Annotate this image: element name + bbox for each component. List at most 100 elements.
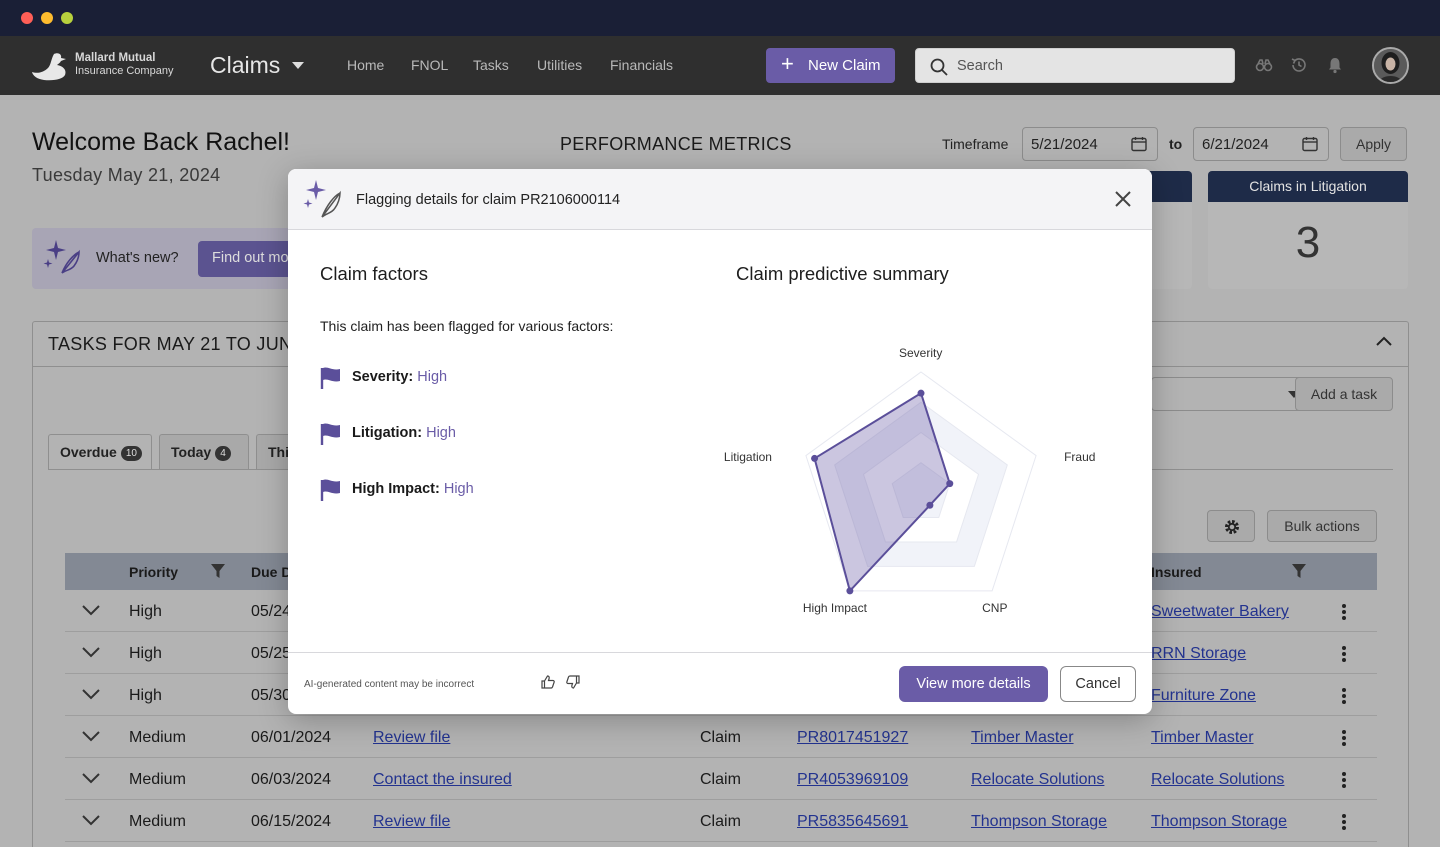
view-more-details-button[interactable]: View more details	[899, 666, 1048, 702]
thumbs-down-icon[interactable]	[566, 675, 580, 689]
chevron-down-icon[interactable]	[82, 647, 100, 658]
more-options-icon[interactable]	[1341, 729, 1347, 747]
date-to-field[interactable]: 6/21/2024	[1193, 127, 1329, 161]
nav-link-fnol[interactable]: FNOL	[411, 57, 448, 73]
radar-point-fraud	[946, 480, 954, 488]
more-options-icon[interactable]	[1341, 687, 1347, 705]
cell-account[interactable]: Relocate Solutions	[971, 771, 1104, 789]
close-window-button[interactable]	[21, 12, 33, 24]
binoculars-icon[interactable]	[1255, 56, 1273, 74]
more-options-icon[interactable]	[1341, 771, 1347, 789]
chevron-down-icon[interactable]	[82, 605, 100, 616]
date-from-field[interactable]: 5/21/2024	[1022, 127, 1158, 161]
metric-card-value: 3	[1295, 218, 1321, 267]
performance-metrics-title: PERFORMANCE METRICS	[560, 134, 792, 154]
more-options-icon[interactable]	[1341, 645, 1347, 663]
tab-today[interactable]: Today 4	[159, 434, 249, 470]
cell-due: 06/03/2024	[251, 771, 332, 788]
company-name[interactable]: Mallard Mutual Insurance Company	[75, 52, 173, 78]
bell-icon[interactable]	[1326, 56, 1344, 74]
calendar-icon[interactable]	[1131, 136, 1147, 152]
cell-insured[interactable]: Furniture Zone	[1151, 687, 1256, 705]
more-options-icon[interactable]	[1341, 603, 1347, 621]
task-filter-select[interactable]	[1151, 377, 1311, 411]
cell-insured[interactable]: Sweetwater Bakery	[1151, 603, 1289, 621]
filter-icon[interactable]	[1292, 564, 1306, 578]
app-switcher-title[interactable]: Claims	[210, 52, 280, 79]
nav-link-utilities[interactable]: Utilities	[537, 57, 582, 73]
cell-task[interactable]: Review file	[373, 729, 450, 747]
top-navbar: Mallard Mutual Insurance Company Claims …	[0, 36, 1440, 95]
factor-label: High Impact: High	[352, 481, 474, 497]
close-icon[interactable]	[1114, 190, 1132, 208]
new-claim-label: New Claim	[808, 57, 881, 74]
flag-icon	[320, 423, 340, 445]
column-header-due-date[interactable]: Due D	[251, 564, 291, 580]
cell-insured[interactable]: Thompson Storage	[1151, 813, 1287, 831]
tab-count-badge: 4	[215, 446, 231, 461]
company-name-line1: Mallard Mutual	[75, 52, 156, 64]
cell-claim[interactable]: PR8017451927	[797, 729, 908, 747]
tab-label: Today	[171, 444, 212, 460]
filter-icon[interactable]	[211, 564, 225, 578]
tab-count-badge: 10	[120, 446, 142, 461]
cell-priority: Medium	[129, 729, 186, 746]
cell-insured[interactable]: RRN Storage	[1151, 645, 1246, 663]
cell-account[interactable]: Timber Master	[971, 729, 1074, 747]
cell-claim[interactable]: PR5835645691	[797, 813, 908, 831]
nav-link-financials[interactable]: Financials	[610, 57, 673, 73]
tab-overdue[interactable]: Overdue 10	[48, 434, 152, 470]
cell-insured[interactable]: Timber Master	[1151, 729, 1254, 747]
cell-insured[interactable]: Relocate Solutions	[1151, 771, 1284, 789]
dialog-footer: AI-generated content may be incorrect Vi…	[288, 652, 1152, 714]
plus-icon: +	[781, 51, 794, 76]
thumbs-up-icon[interactable]	[541, 675, 555, 689]
minimize-window-button[interactable]	[41, 12, 53, 24]
maximize-window-button[interactable]	[61, 12, 73, 24]
flag-icon	[320, 479, 340, 501]
history-icon[interactable]	[1290, 56, 1308, 74]
claims-in-litigation-card[interactable]: Claims in Litigation 3	[1208, 171, 1408, 289]
chevron-down-icon[interactable]	[82, 689, 100, 700]
table-settings-button[interactable]	[1207, 510, 1255, 542]
chevron-down-icon[interactable]	[292, 62, 304, 69]
whats-new-label: What's new?	[96, 250, 179, 266]
cell-priority: High	[129, 687, 162, 704]
calendar-icon[interactable]	[1302, 136, 1318, 152]
chevron-up-icon[interactable]	[1376, 336, 1392, 346]
table-row[interactable]: Medium 06/03/2024 Contact the insured Claim…	[65, 758, 1377, 800]
dialog-title: Flagging details for claim PR2106000114	[356, 192, 621, 208]
radar-chart	[805, 371, 1037, 595]
nav-link-tasks[interactable]: Tasks	[473, 57, 509, 73]
chevron-down-icon[interactable]	[82, 815, 100, 826]
chevron-down-icon[interactable]	[82, 773, 100, 784]
cell-task[interactable]: Contact the insured	[373, 771, 512, 789]
radar-point-litigation	[811, 454, 819, 462]
new-claim-button[interactable]: + New Claim	[766, 48, 895, 83]
claim-factors-title: Claim factors	[320, 263, 428, 284]
more-options-icon[interactable]	[1341, 813, 1347, 831]
chevron-down-icon[interactable]	[82, 731, 100, 742]
table-row[interactable]: Medium 06/15/2024 Review file Claim PR583564…	[65, 800, 1377, 842]
table-row[interactable]: Medium 06/01/2024 Review file Claim PR801745…	[65, 716, 1377, 758]
nav-link-home[interactable]: Home	[347, 57, 384, 73]
cell-task[interactable]: Review file	[373, 813, 450, 831]
column-header-insured[interactable]: Insured	[1151, 564, 1202, 580]
search-icon	[930, 58, 948, 76]
bulk-actions-button[interactable]: Bulk actions	[1267, 510, 1377, 542]
factor-name: High Impact:	[352, 481, 440, 497]
search-input[interactable]: Search	[915, 48, 1235, 83]
cell-claim[interactable]: PR4053969109	[797, 771, 908, 789]
cancel-button[interactable]: Cancel	[1060, 666, 1136, 702]
radar-point-high-impact	[846, 587, 854, 595]
add-task-button[interactable]: Add a task	[1295, 377, 1393, 411]
user-avatar[interactable]	[1372, 47, 1409, 84]
apply-button[interactable]: Apply	[1340, 127, 1407, 161]
whats-new-banner: What's new? Find out mo	[32, 228, 318, 289]
to-label: to	[1169, 136, 1183, 152]
radar-point-cnp	[926, 501, 934, 509]
column-header-priority[interactable]: Priority	[129, 564, 178, 580]
cell-account[interactable]: Thompson Storage	[971, 813, 1107, 831]
flag-icon	[320, 367, 340, 389]
welcome-heading: Welcome Back Rachel!	[32, 128, 290, 156]
